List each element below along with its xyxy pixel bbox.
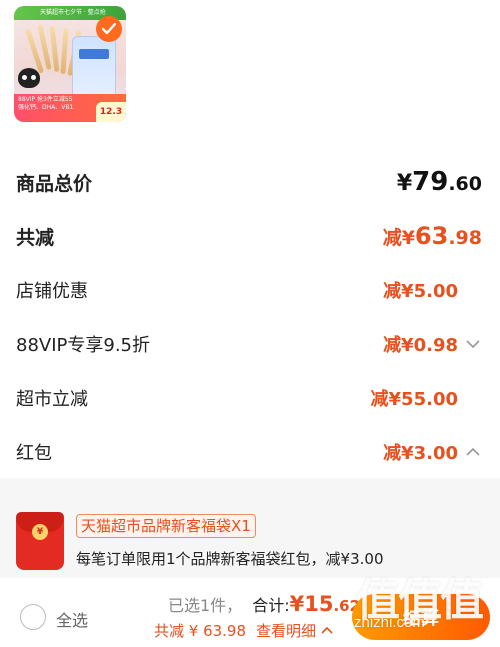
market-discount-value: 减¥55.00 — [370, 389, 458, 410]
row-market-discount: 超市立减 减¥55.00 — [0, 378, 500, 418]
total-label: 合计: — [252, 596, 290, 615]
discount-total-label: 共减 — [16, 226, 55, 249]
discount-total-value: 减¥ 63 .98 — [382, 222, 482, 250]
market-discount-label: 超市立减 — [16, 389, 88, 410]
checkout-button[interactable]: 结算 — [352, 594, 490, 640]
checkout-bar: 全选 已选1件， 合计: ¥15.62 共减 ¥ 63.98 查看明细 结算 — [0, 578, 500, 647]
view-details-link[interactable]: 查看明细 — [256, 620, 316, 641]
coupon-tag: 天猫超市品牌新客福袋X1 — [76, 514, 256, 538]
vip-discount-label: 88VIP专享9.5折 — [16, 335, 151, 356]
checkmark-icon[interactable] — [96, 16, 122, 42]
row-red-packet[interactable]: 红包 减¥3.00 — [0, 432, 500, 472]
chevron-down-icon[interactable] — [464, 335, 482, 353]
vip-discount-value: 减¥0.98 — [383, 335, 458, 356]
store-discount-label: 店铺优惠 — [16, 281, 88, 302]
red-envelope-icon: ¥ — [16, 512, 64, 570]
select-all-radio[interactable] — [20, 604, 46, 630]
coupon-panel: ¥ 天猫超市品牌新客福袋X1 每笔订单限用1个品牌新客福袋红包，减¥3.00 — [0, 478, 500, 578]
discount-summary[interactable]: 共减 ¥ 63.98 查看明细 — [154, 620, 334, 641]
thumb-price: 12.3 — [96, 102, 126, 122]
store-discount-value: 减¥5.00 — [383, 281, 458, 302]
product-thumbnail[interactable]: 天猫超市七夕节 · 整点抢 88VIP 抢3件立减55 强化钙、DHA、VB1 … — [14, 6, 126, 122]
row-discount-total: 共减 减¥ 63 .98 — [0, 216, 500, 256]
chevron-up-icon — [321, 626, 333, 634]
total-price-value: ¥ 79 .60 — [396, 167, 482, 197]
chevron-up-icon[interactable] — [464, 443, 482, 461]
order-summary: 已选1件， 合计: ¥15.62 — [168, 592, 360, 616]
tmall-cat-icon — [18, 68, 40, 88]
red-packet-label: 红包 — [16, 443, 52, 464]
row-store-discount: 店铺优惠 减¥5.00 — [0, 270, 500, 310]
discount-summary-amount: 共减 ¥ 63.98 — [154, 622, 247, 640]
coupon-description: 每笔订单限用1个品牌新客福袋红包，减¥3.00 — [76, 550, 384, 568]
selected-count: 已选1件， — [168, 596, 243, 615]
total-price-label: 商品总价 — [16, 172, 93, 195]
red-packet-value: 减¥3.00 — [383, 443, 458, 464]
total-amount: ¥15.62 — [289, 592, 361, 616]
row-total-price: 商品总价 ¥ 79 .60 — [0, 162, 500, 202]
select-all-label[interactable]: 全选 — [56, 607, 88, 631]
product-can-image — [72, 36, 116, 100]
row-vip-discount[interactable]: 88VIP专享9.5折 减¥0.98 — [0, 324, 500, 364]
